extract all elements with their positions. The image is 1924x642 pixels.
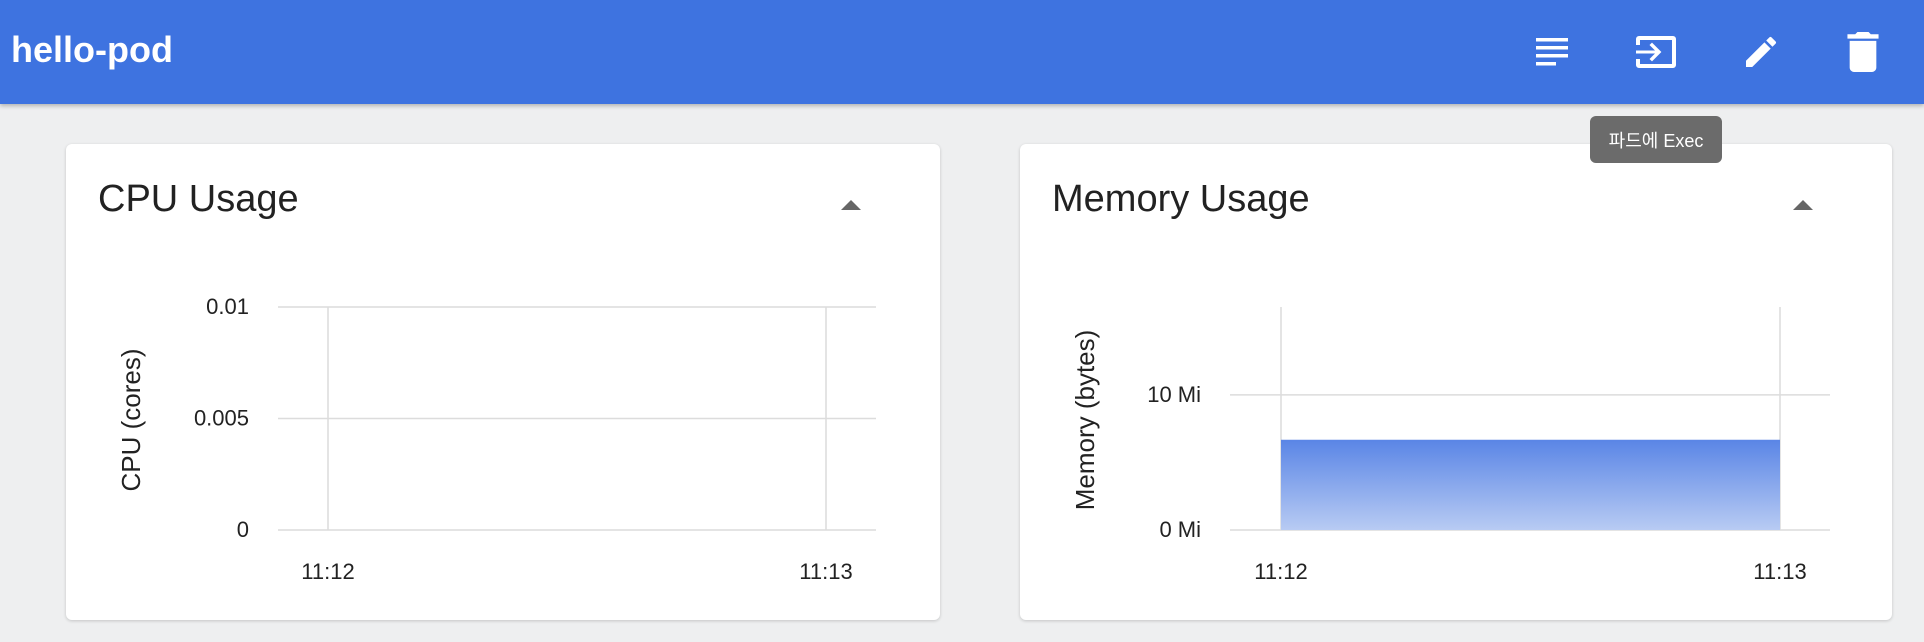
memory-usage-card: Memory Usage 0 Mi 10 Mi 11:12 11:13 Memory (… (1020, 144, 1892, 620)
exec-icon (1636, 36, 1676, 68)
delete-icon (1847, 32, 1879, 72)
exec-tooltip: 파드에 Exec (1590, 116, 1722, 163)
cpu-chart: 0 0.005 0.01 11:12 11:13 CPU (cores) (116, 294, 876, 584)
page-title: hello-pod (11, 29, 173, 70)
delete-button[interactable] (1833, 22, 1893, 82)
y-tick-label: 0.005 (194, 406, 249, 431)
x-tick-label: 11:13 (1753, 559, 1806, 584)
y-axis-title: CPU (cores) (116, 348, 146, 491)
y-tick-label: 0 (237, 517, 249, 542)
logs-button[interactable] (1522, 22, 1582, 82)
memory-chart: 0 Mi 10 Mi 11:12 11:13 Memory (bytes) (1070, 307, 1830, 584)
y-tick-label: 0 Mi (1159, 517, 1201, 542)
series-area (1281, 440, 1780, 530)
cpu-usage-card: CPU Usage 0 0.005 0.01 11:12 11:13 CPU (cores… (66, 144, 940, 620)
top-toolbar: hello-pod (0, 0, 1924, 104)
x-tick-label: 11:13 (799, 559, 852, 584)
x-tick-label: 11:12 (1254, 559, 1307, 584)
y-tick-label: 10 Mi (1147, 382, 1201, 407)
x-tick-label: 11:12 (301, 559, 354, 584)
exec-button[interactable] (1626, 22, 1686, 82)
y-axis-title: Memory (bytes) (1070, 330, 1100, 511)
edit-icon (1746, 36, 1777, 67)
logs-icon (1536, 38, 1568, 66)
edit-button[interactable] (1731, 22, 1791, 82)
y-tick-label: 0.01 (206, 294, 249, 319)
